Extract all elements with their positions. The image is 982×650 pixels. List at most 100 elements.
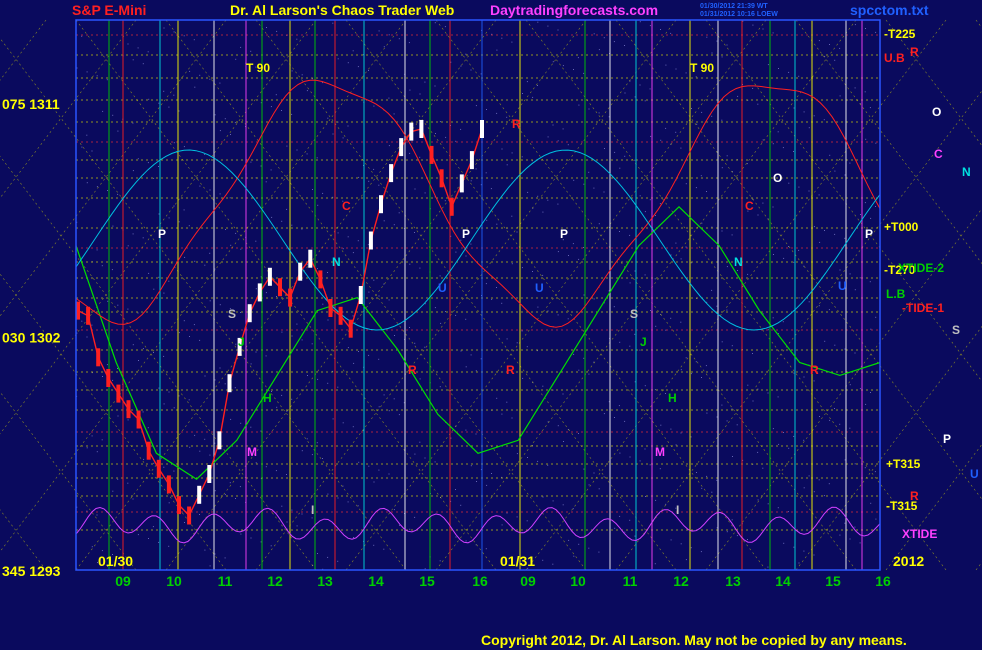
price-bar (116, 384, 121, 403)
star-dot (583, 247, 584, 248)
star-dot (204, 549, 206, 551)
star-dot (317, 553, 318, 554)
star-dot (127, 43, 129, 45)
star-dot (839, 269, 841, 271)
star-dot (772, 206, 774, 208)
star-dot (583, 357, 585, 359)
star-dot (788, 182, 790, 184)
star-dot (271, 216, 273, 218)
star-dot (439, 121, 441, 123)
star-dot (112, 379, 114, 381)
star-dot (731, 408, 733, 410)
site-name: Daytradingforecasts.com (490, 2, 658, 18)
star-dot (255, 288, 257, 290)
star-dot (573, 353, 575, 355)
star-dot (659, 203, 661, 205)
star-dot (680, 369, 682, 371)
x-axis-labels: 09 10 11 12 13 14 15 16 09 10 11 12 13 14 15 16 01/30 01/… (98, 553, 924, 589)
star-dot (199, 514, 200, 515)
star-dot (757, 451, 759, 453)
star-dot (506, 164, 508, 166)
star-dot (311, 454, 313, 456)
lattice-line (75, 19, 497, 571)
star-dot (670, 539, 672, 541)
plot-frame (75, 19, 881, 571)
star-dot (578, 433, 579, 434)
point-label: S (228, 307, 236, 321)
star-dot (644, 448, 646, 450)
star-dot (573, 179, 575, 181)
star-dot (721, 404, 723, 406)
star-dot (803, 487, 805, 489)
star-dot (188, 225, 190, 227)
star-dot (654, 389, 656, 391)
star-dot (706, 36, 708, 38)
lattice-line (615, 90, 982, 571)
star-dot (624, 155, 626, 157)
star-dot (618, 405, 620, 407)
price-bar (267, 267, 272, 286)
star-dot (276, 406, 278, 408)
star-dot (342, 485, 344, 487)
star-dot (204, 264, 206, 266)
star-dot (859, 277, 861, 279)
star-dot (726, 531, 728, 533)
star-dot (368, 180, 370, 182)
star-dot (424, 568, 426, 570)
star-dot (132, 122, 134, 124)
star-dot (552, 500, 554, 502)
star-dot (803, 376, 805, 378)
star-dot (583, 294, 585, 296)
star-dot (158, 541, 160, 543)
star-dot (475, 168, 477, 170)
star-dot (301, 228, 303, 230)
point-label: R (506, 363, 515, 377)
star-dot (301, 450, 303, 452)
star-dot (127, 308, 129, 310)
star-dot (96, 75, 98, 77)
star-dot (834, 59, 836, 61)
star-dot (798, 186, 800, 188)
chart-title: Dr. Al Larson's Chaos Trader Web (230, 2, 454, 18)
star-dot (870, 328, 872, 330)
star-dot (752, 353, 753, 354)
star-dot (752, 24, 754, 26)
star-dot (465, 255, 467, 257)
star-dot (358, 176, 360, 178)
star-dot (511, 41, 513, 43)
star-dot (255, 240, 257, 242)
star-dot (158, 213, 160, 215)
star-dot (598, 112, 600, 114)
star-dot (199, 74, 201, 76)
star-dot (91, 435, 93, 437)
star-dot (383, 46, 385, 48)
star-dot (752, 87, 754, 89)
star-dot (486, 484, 488, 486)
star-dot (178, 395, 180, 397)
star-dot (527, 457, 528, 458)
star-dot (398, 212, 400, 214)
price-bar (459, 174, 464, 193)
star-dot (762, 467, 764, 469)
star-dot (229, 482, 231, 484)
star-dot (337, 560, 339, 562)
star-dot (424, 192, 426, 194)
star-dot (844, 459, 846, 461)
price-bar (348, 319, 353, 338)
star-dot (542, 211, 544, 213)
star-dot (701, 111, 703, 113)
star-dot (568, 255, 569, 256)
star-dot (823, 495, 825, 497)
star-dot (373, 105, 375, 107)
star-dot (81, 146, 83, 148)
star-dot (137, 312, 139, 314)
date-label: 01/31 (500, 553, 535, 569)
star-dot (834, 233, 836, 235)
star-dot (194, 86, 196, 88)
star-dot (793, 151, 794, 152)
star-dot (695, 361, 697, 363)
right-line-label: -T225 (884, 27, 916, 41)
star-dot (444, 26, 446, 28)
star-dot (148, 538, 149, 539)
star-dot (373, 168, 375, 170)
